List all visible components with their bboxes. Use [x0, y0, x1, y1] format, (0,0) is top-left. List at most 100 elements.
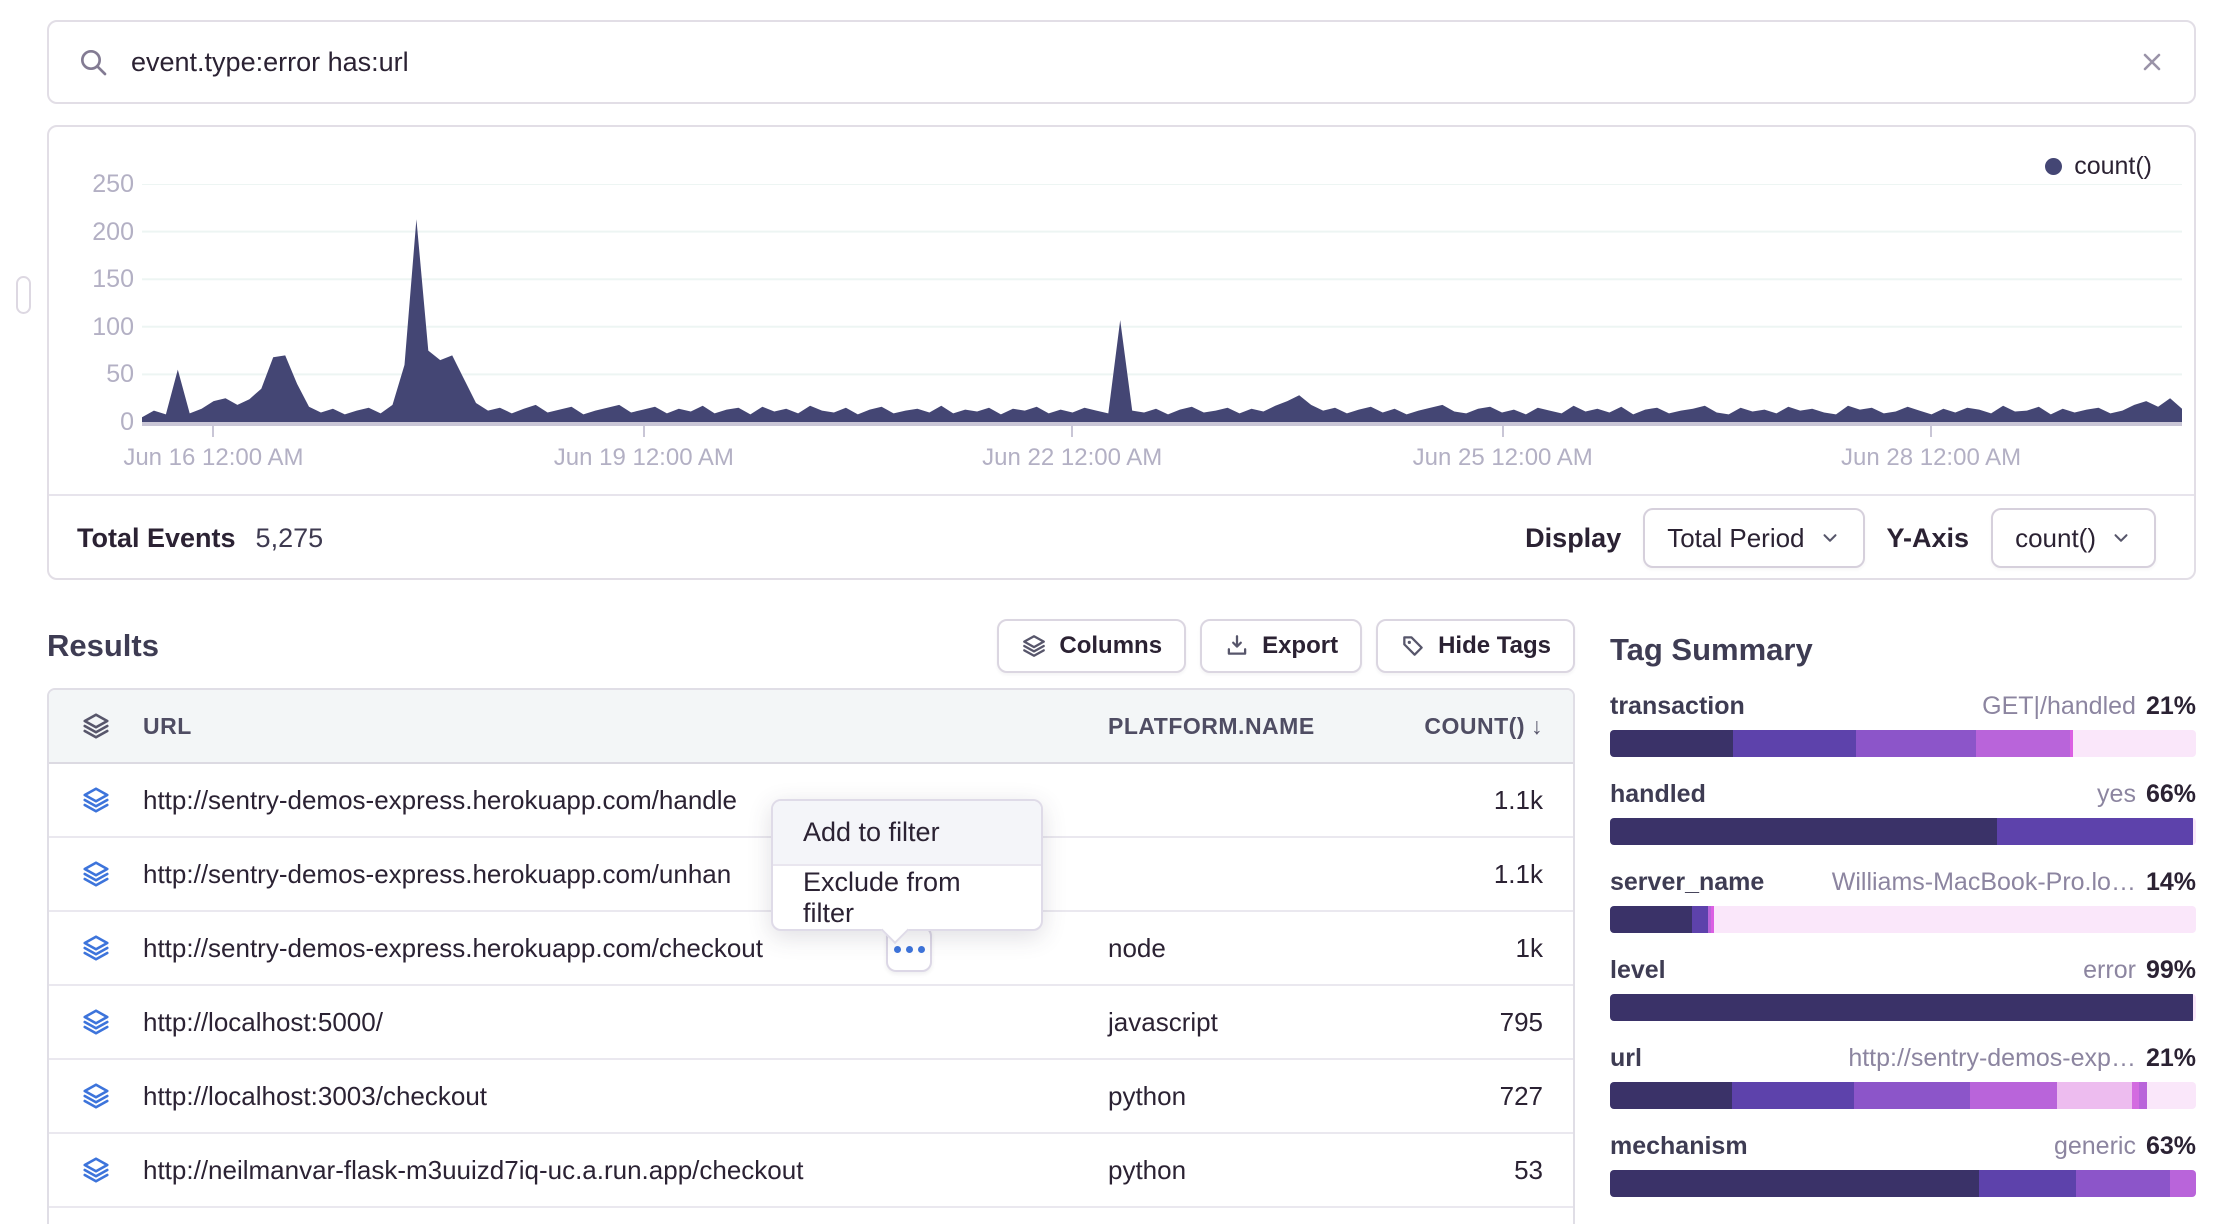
tag-block-server_name: server_nameWilliams-MacBook-Pro.lo…14% — [1610, 868, 2196, 933]
column-header-platform[interactable]: PLATFORM.NAME — [1108, 713, 1358, 740]
platform-cell[interactable]: python — [1108, 1155, 1358, 1186]
search-input[interactable]: event.type:error has:url — [131, 47, 2138, 78]
url-cell[interactable]: http://sentry-demos-express.herokuapp.co… — [143, 933, 1108, 964]
tag-bar-segment — [1970, 1082, 2057, 1109]
tag-top-value: yes — [2097, 780, 2136, 809]
tag-distribution-bar[interactable] — [1610, 818, 2196, 845]
tag-bar-segment — [2193, 818, 2196, 845]
y-axis-tick-label: 50 — [59, 360, 134, 389]
display-label: Display — [1525, 523, 1621, 554]
column-header-count[interactable]: COUNT()↓ — [1358, 713, 1573, 740]
url-cell[interactable]: http://localhost:3003/checkout — [143, 1081, 1108, 1112]
hide-tags-button-label: Hide Tags — [1438, 632, 1551, 660]
tag-block-handled: handledyes66% — [1610, 780, 2196, 845]
table-row[interactable]: http://localhost:3003/checkoutpython727 — [49, 1060, 1573, 1134]
tag-top-value: express-demo — [1978, 1220, 2136, 1224]
download-icon — [1224, 633, 1250, 659]
tag-distribution-bar[interactable] — [1610, 730, 2196, 757]
platform-cell[interactable]: javascript — [1108, 1007, 1358, 1038]
menu-item-add-to-filter[interactable]: Add to filter — [773, 801, 1041, 864]
tag-top-percent: 66% — [2146, 780, 2196, 809]
clear-search-icon[interactable] — [2138, 48, 2166, 76]
tag-bar-segment — [1976, 730, 2070, 757]
tag-top-value: GET|/handled — [1982, 692, 2136, 721]
tag-distribution-bar[interactable] — [1610, 1170, 2196, 1197]
x-axis-tick — [1930, 426, 1932, 437]
columns-button-label: Columns — [1059, 632, 1162, 660]
x-axis-line — [142, 422, 2182, 426]
platform-cell[interactable]: node — [1108, 933, 1358, 964]
tag-bar-segment — [1610, 1170, 1979, 1197]
y-axis-tick-label: 150 — [59, 265, 134, 294]
tag-block-transaction: transactionGET|/handled21% — [1610, 692, 2196, 757]
export-button[interactable]: Export — [1200, 619, 1362, 673]
tag-name: mechanism — [1610, 1132, 1748, 1161]
tag-bar-segment — [1732, 1082, 1854, 1109]
platform-cell[interactable]: python — [1108, 1081, 1358, 1112]
tag-bar-segment — [2170, 1170, 2196, 1197]
tag-bar-segment — [2073, 730, 2196, 757]
legend-series-dot — [2045, 158, 2062, 175]
tag-bar-segment — [1610, 730, 1733, 757]
count-cell: 1k — [1358, 933, 1573, 964]
x-axis-tick-label: Jun 16 12:00 AM — [123, 444, 303, 472]
tag-bar-segment — [1610, 906, 1692, 933]
x-axis-tick-label: Jun 28 12:00 AM — [1841, 444, 2021, 472]
y-axis-tick-label: 250 — [59, 170, 134, 199]
tag-name: url — [1610, 1044, 1642, 1073]
tag-bar-segment — [1610, 994, 2193, 1021]
stack-icon — [81, 1155, 111, 1185]
display-dropdown-value: Total Period — [1667, 523, 1804, 554]
x-axis-tick-label: Jun 25 12:00 AM — [1413, 444, 1593, 472]
tag-bar-segment — [1714, 906, 2196, 933]
count-cell: 53 — [1358, 1155, 1573, 1186]
column-header-url[interactable]: URL — [143, 713, 1108, 740]
y-axis-dropdown[interactable]: count() — [1991, 508, 2156, 568]
tag-bar-segment — [1854, 1082, 1970, 1109]
events-area-chart[interactable] — [142, 184, 2182, 422]
stack-icon — [81, 933, 111, 963]
tag-distribution-bar[interactable] — [1610, 906, 2196, 933]
count-cell: 727 — [1358, 1081, 1573, 1112]
tag-name: server_name — [1610, 868, 1764, 897]
tag-distribution-bar[interactable] — [1610, 1082, 2196, 1109]
url-cell[interactable]: http://neilmanvar-flask-m3uuizd7iq-uc.a.… — [143, 1155, 1108, 1186]
total-events-label: Total Events — [77, 523, 236, 554]
stack-icon — [81, 785, 111, 815]
tag-bar-segment — [2057, 1082, 2132, 1109]
count-header-label: COUNT() — [1424, 713, 1525, 739]
tag-top-value: Williams-MacBook-Pro.lo… — [1832, 868, 2136, 897]
sidebar-collapse-handle[interactable] — [16, 276, 31, 314]
stack-icon — [1021, 633, 1047, 659]
results-table: URL PLATFORM.NAME COUNT()↓ http://sentry… — [47, 688, 1575, 1224]
results-header: Results Columns Export Hide Tags — [47, 618, 1575, 674]
tag-bar-segment — [2076, 1170, 2170, 1197]
display-dropdown[interactable]: Total Period — [1643, 508, 1864, 568]
tag-bar-segment — [1733, 730, 1856, 757]
x-axis-tick — [212, 426, 214, 437]
table-row[interactable]: http://localhost:5000/javascript795 — [49, 986, 1573, 1060]
tag-distribution-bar[interactable] — [1610, 994, 2196, 1021]
menu-item-exclude-from-filter[interactable]: Exclude from filter — [773, 866, 1041, 929]
stack-icon — [81, 859, 111, 889]
cell-action-menu: Add to filter Exclude from filter — [771, 799, 1043, 931]
url-cell[interactable]: http://localhost:5000/ — [143, 1007, 1108, 1038]
events-chart-panel: count() 050100150200250 Jun 16 12:00 AMJ… — [47, 125, 2196, 580]
x-axis-tick — [1071, 426, 1073, 437]
hide-tags-button[interactable]: Hide Tags — [1376, 619, 1575, 673]
total-events-value: 5,275 — [256, 523, 324, 554]
tag-name: level — [1610, 956, 1666, 985]
tag-bar-segment — [1997, 818, 2193, 845]
search-bar[interactable]: event.type:error has:url — [47, 20, 2196, 104]
columns-button[interactable]: Columns — [997, 619, 1186, 673]
legend-series-label: count() — [2074, 152, 2152, 181]
tag-bar-segment — [2139, 1082, 2147, 1109]
y-axis-dropdown-value: count() — [2015, 523, 2096, 554]
table-header-row: URL PLATFORM.NAME COUNT()↓ — [49, 690, 1573, 764]
search-icon — [77, 46, 109, 78]
table-row[interactable]: http://neilmanvar-flask-m3uuizd7iq-uc.a.… — [49, 1134, 1573, 1208]
tag-bar-segment — [2193, 994, 2196, 1021]
tag-bar-segment — [1610, 1082, 1732, 1109]
tag-name: project — [1610, 1220, 1693, 1224]
stack-icon[interactable] — [81, 711, 111, 741]
